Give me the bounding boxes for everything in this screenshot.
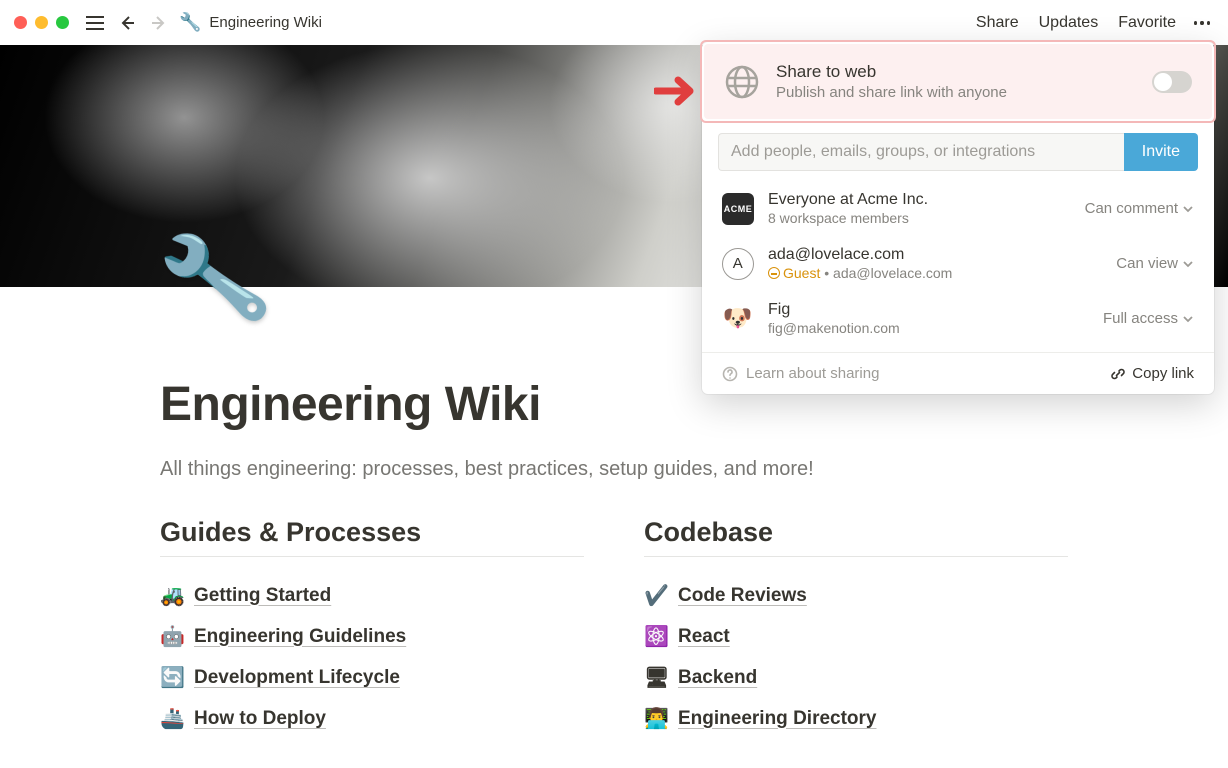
item-emoji-icon: 🔄 [160, 665, 184, 690]
permission-row[interactable]: A ada@lovelace.com Guest • ada@lovelace.… [702, 236, 1214, 291]
avatar: A [722, 248, 754, 280]
annotation-arrow-icon [654, 74, 698, 108]
share-button[interactable]: Share [970, 10, 1025, 36]
back-button[interactable] [115, 11, 139, 35]
column-heading: Codebase [644, 517, 1068, 557]
item-emoji-icon: ⚛️ [644, 624, 668, 649]
share-to-web-subtitle: Publish and share link with anyone [776, 84, 1136, 101]
item-label[interactable]: React [678, 626, 730, 648]
item-label[interactable]: Engineering Directory [678, 708, 877, 730]
item-emoji-icon: ✔️ [644, 583, 668, 608]
invite-button[interactable]: Invite [1124, 133, 1198, 171]
permission-select[interactable]: Full access [1103, 310, 1194, 327]
list-item[interactable]: 🖥 Backend [644, 657, 1068, 698]
list-item[interactable]: ⚛️ React [644, 616, 1068, 657]
item-emoji-icon: 🚜 [160, 583, 184, 608]
item-label[interactable]: Engineering Guidelines [194, 626, 406, 648]
chevron-down-icon [1182, 203, 1194, 215]
permission-name: ada@lovelace.com [768, 246, 1102, 264]
chevron-down-icon [1182, 258, 1194, 270]
topbar: 🔧 Engineering Wiki Share Updates Favorit… [0, 0, 1228, 45]
permission-row[interactable]: 🐶 Fig fig@makenotion.com Full access [702, 291, 1214, 346]
minimize-window-button[interactable] [35, 16, 48, 29]
item-emoji-icon: 👨‍💻 [644, 706, 668, 731]
help-icon [722, 366, 738, 382]
close-window-button[interactable] [14, 16, 27, 29]
list-item[interactable]: ✔️ Code Reviews [644, 575, 1068, 616]
invite-row: Invite [702, 121, 1214, 181]
avatar: ACME [722, 193, 754, 225]
item-emoji-icon: 🖥 [644, 665, 668, 690]
permission-select[interactable]: Can comment [1085, 200, 1194, 217]
list-item[interactable]: 🤖 Engineering Guidelines [160, 616, 584, 657]
updates-button[interactable]: Updates [1033, 10, 1105, 36]
page-subtitle[interactable]: All things engineering: processes, best … [160, 458, 1068, 481]
item-label[interactable]: Getting Started [194, 585, 331, 607]
item-emoji-icon: 🚢 [160, 706, 184, 731]
invite-input[interactable] [718, 133, 1124, 171]
avatar: 🐶 [722, 303, 754, 335]
column-heading: Guides & Processes [160, 517, 584, 557]
list-item[interactable]: 🔄 Development Lifecycle [160, 657, 584, 698]
permission-select[interactable]: Can view [1116, 255, 1194, 272]
share-to-web-title: Share to web [776, 62, 1136, 82]
copy-link-button[interactable]: Copy link [1110, 365, 1194, 382]
item-label[interactable]: Development Lifecycle [194, 667, 400, 689]
permission-name: Fig [768, 301, 1089, 319]
page-icon[interactable]: 🔧 [153, 220, 276, 337]
favorite-button[interactable]: Favorite [1112, 10, 1182, 36]
list-item[interactable]: 🚜 Getting Started [160, 575, 584, 616]
permission-row[interactable]: ACME Everyone at Acme Inc. 8 workspace m… [702, 181, 1214, 236]
share-to-web-row[interactable]: Share to web Publish and share link with… [704, 44, 1212, 119]
permission-meta: Guest • ada@lovelace.com [768, 265, 1102, 281]
globe-icon [724, 64, 760, 100]
forward-button[interactable] [147, 11, 171, 35]
window-controls [14, 16, 69, 29]
item-emoji-icon: 🤖 [160, 624, 184, 649]
chevron-down-icon [1182, 313, 1194, 325]
globe-small-icon [768, 267, 780, 279]
more-menu-icon[interactable] [1190, 11, 1214, 35]
learn-about-sharing-link[interactable]: Learn about sharing [722, 365, 879, 382]
share-popover: Share to web Publish and share link with… [702, 42, 1214, 394]
share-to-web-toggle[interactable] [1152, 71, 1192, 93]
list-item[interactable]: 👨‍💻 Engineering Directory [644, 698, 1068, 739]
column-guides: Guides & Processes 🚜 Getting Started 🤖 Eng… [160, 517, 584, 739]
breadcrumb-icon: 🔧 [179, 12, 201, 33]
permission-meta: fig@makenotion.com [768, 320, 1089, 336]
column-codebase: Codebase ✔️ Code Reviews ⚛️ React 🖥 Backend… [644, 517, 1068, 739]
item-label[interactable]: Code Reviews [678, 585, 807, 607]
permission-meta: 8 workspace members [768, 210, 1071, 226]
highlight-region: Share to web Publish and share link with… [700, 40, 1216, 123]
maximize-window-button[interactable] [56, 16, 69, 29]
item-label[interactable]: How to Deploy [194, 708, 326, 730]
popover-footer: Learn about sharing Copy link [702, 352, 1214, 394]
breadcrumb-title[interactable]: Engineering Wiki [209, 14, 322, 31]
list-item[interactable]: 🚢 How to Deploy [160, 698, 584, 739]
hamburger-icon[interactable] [83, 11, 107, 35]
permission-name: Everyone at Acme Inc. [768, 191, 1071, 209]
item-label[interactable]: Backend [678, 667, 757, 689]
link-icon [1110, 366, 1126, 382]
